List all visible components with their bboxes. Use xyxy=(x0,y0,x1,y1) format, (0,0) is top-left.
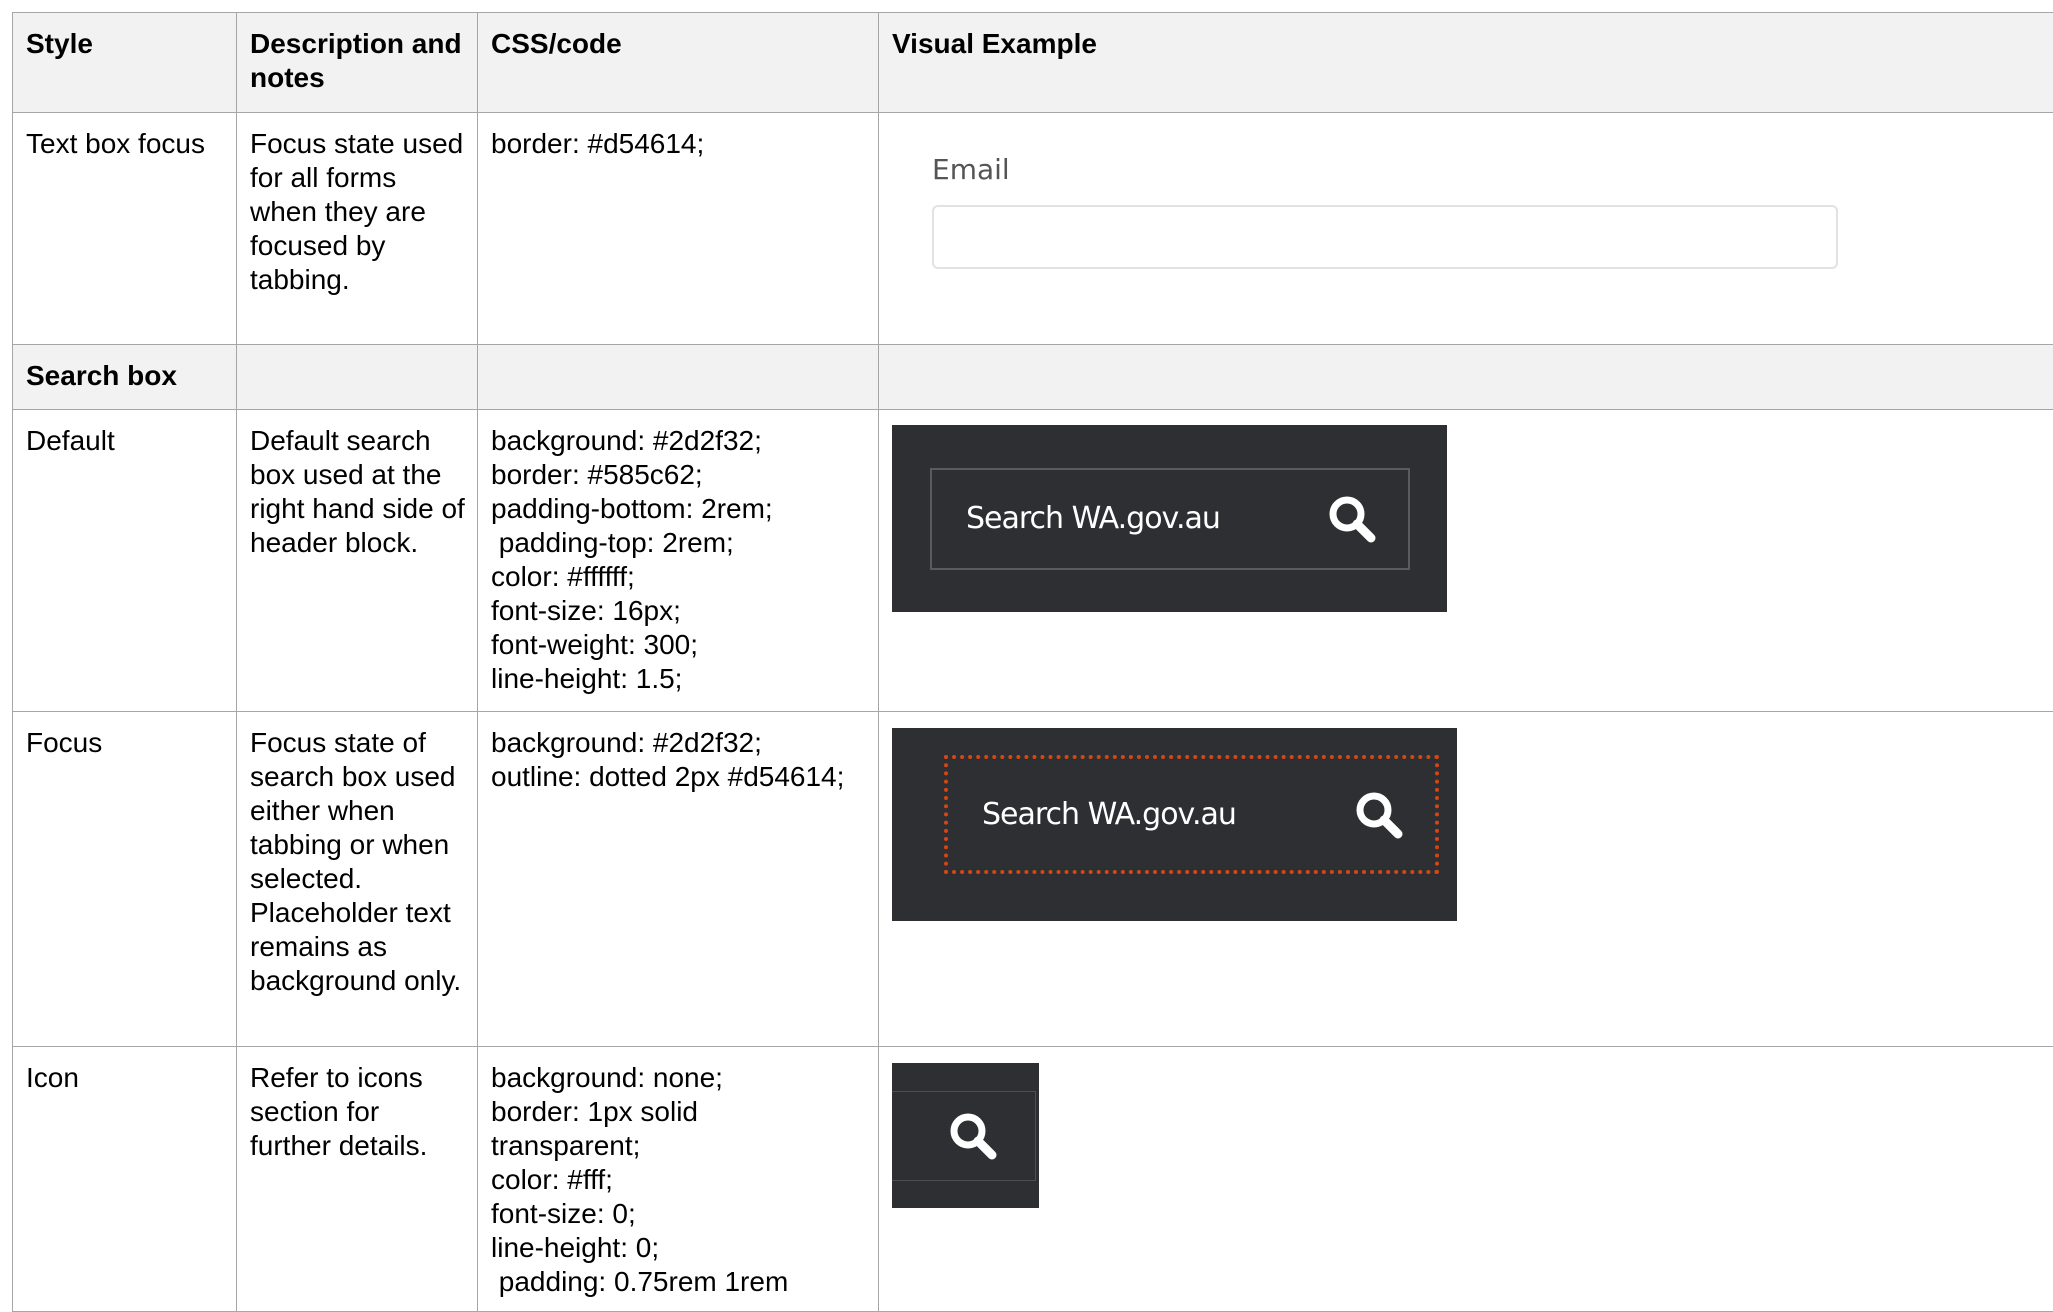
css-line: color: #fff; xyxy=(491,1163,866,1197)
table-row-default: Default Default search box used at the r… xyxy=(13,410,2053,712)
table-row-text-box-focus: Text box focus Focus state used for all … xyxy=(13,113,2053,345)
search-icon[interactable] xyxy=(947,1110,999,1162)
search-icon[interactable] xyxy=(1326,493,1378,545)
css-line: padding: 0.75rem 1rem xyxy=(491,1265,866,1299)
css-line: padding-bottom: 2rem; xyxy=(491,492,866,526)
css-line: transparent; xyxy=(491,1129,866,1163)
cell-description: Default search box used at the right han… xyxy=(237,410,478,712)
search-input-focused[interactable]: Search WA.gov.au xyxy=(948,759,1435,870)
cell-style: Focus xyxy=(13,712,237,1047)
css-line: background: #2d2f32; xyxy=(491,726,866,760)
search-input-default[interactable]: Search WA.gov.au xyxy=(930,468,1410,570)
cell-css: background: #2d2f32; border: #585c62; pa… xyxy=(478,410,879,712)
section-empty-cell xyxy=(237,345,478,410)
css-line: border: #585c62; xyxy=(491,458,866,492)
css-line: background: #2d2f32; xyxy=(491,424,866,458)
header-css: CSS/code xyxy=(478,13,879,113)
search-icon[interactable] xyxy=(1353,789,1405,841)
table-header-row: Style Description and notes CSS/code Vis… xyxy=(13,13,2053,113)
search-focus-example: Search WA.gov.au xyxy=(892,728,1457,921)
email-input[interactable] xyxy=(932,205,1838,269)
css-line: outline: dotted 2px #d54614; xyxy=(491,760,866,794)
table-row-icon: Icon Refer to icons section for further … xyxy=(13,1047,2053,1312)
section-empty-cell xyxy=(879,345,2053,410)
cell-css: border: #d54614; xyxy=(478,113,879,345)
cell-visual xyxy=(879,1047,2053,1312)
table-row-section-search-box: Search box xyxy=(13,345,2053,410)
section-title: Search box xyxy=(13,345,237,410)
css-line: border: #d54614; xyxy=(491,127,866,161)
cell-visual: Email xyxy=(879,113,2053,345)
search-placeholder: Search WA.gov.au xyxy=(982,798,1236,832)
css-line: border: 1px solid xyxy=(491,1095,866,1129)
cell-style: Text box focus xyxy=(13,113,237,345)
cell-style: Icon xyxy=(13,1047,237,1312)
css-line: line-height: 0; xyxy=(491,1231,866,1265)
cell-visual: Search WA.gov.au xyxy=(879,712,2053,1047)
css-line: line-height: 1.5; xyxy=(491,662,866,696)
cell-visual: Search WA.gov.au xyxy=(879,410,2053,712)
style-guide-table: Style Description and notes CSS/code Vis… xyxy=(12,12,2053,1312)
cell-style: Default xyxy=(13,410,237,712)
email-label: Email xyxy=(932,153,1842,187)
css-line: background: none; xyxy=(491,1061,866,1095)
cell-description: Refer to icons section for further detai… xyxy=(237,1047,478,1312)
css-line: padding-top: 2rem; xyxy=(491,526,866,560)
search-header-example: Search WA.gov.au xyxy=(892,425,1447,612)
cell-description: Focus state of search box used either wh… xyxy=(237,712,478,1047)
css-line: font-size: 0; xyxy=(491,1197,866,1231)
table-row-focus: Focus Focus state of search box used eit… xyxy=(13,712,2053,1047)
cell-css: background: #2d2f32; outline: dotted 2px… xyxy=(478,712,879,1047)
search-placeholder: Search WA.gov.au xyxy=(966,502,1220,536)
css-line: color: #ffffff; xyxy=(491,560,866,594)
css-line: font-size: 16px; xyxy=(491,594,866,628)
header-visual: Visual Example xyxy=(879,13,2053,113)
header-description: Description and notes xyxy=(237,13,478,113)
cell-css: background: none; border: 1px solid tran… xyxy=(478,1047,879,1312)
cell-description: Focus state used for all forms when they… xyxy=(237,113,478,345)
email-field-example: Email xyxy=(932,153,1842,269)
css-line: font-weight: 300; xyxy=(491,628,866,662)
search-icon-example xyxy=(892,1063,1039,1208)
section-empty-cell xyxy=(478,345,879,410)
header-style: Style xyxy=(13,13,237,113)
